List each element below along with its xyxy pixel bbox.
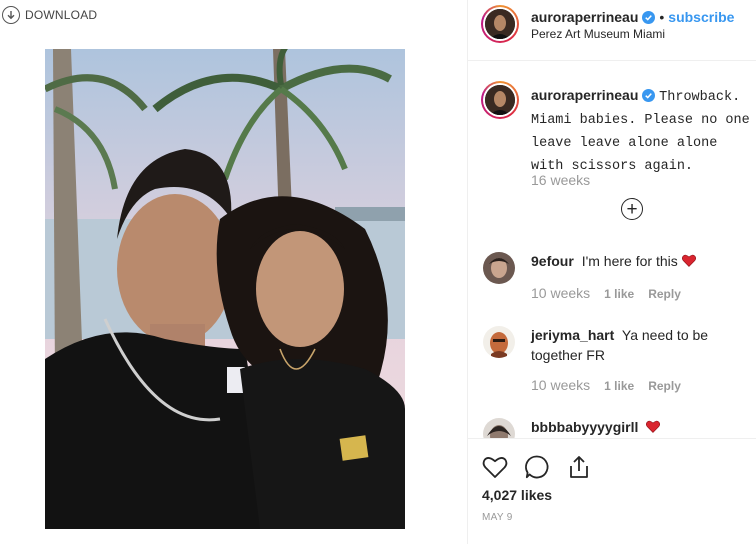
comment-meta: 10 weeks 1 like Reply	[531, 285, 681, 301]
comment-icon[interactable]	[523, 453, 551, 481]
username-link[interactable]: auroraperrineau	[531, 9, 638, 25]
comment-time: 10 weeks	[531, 285, 591, 301]
comment-username[interactable]: jeriyma_hart	[531, 327, 614, 343]
comment-likes-button[interactable]: 1 like	[604, 287, 634, 301]
commenter-avatar[interactable]	[483, 252, 515, 284]
comment-username[interactable]: bbbbabyyyygirll	[531, 419, 638, 435]
post-photo[interactable]	[45, 49, 405, 529]
action-row	[481, 453, 593, 481]
download-button[interactable]: DOWNLOAD	[2, 6, 97, 24]
download-label: DOWNLOAD	[25, 8, 98, 22]
comment-likes-button[interactable]: 1 like	[604, 379, 634, 393]
action-bar: 4,027 likes MAY 9	[468, 438, 756, 544]
comment-meta: 10 weeks 1 like Reply	[531, 377, 681, 393]
subscribe-button[interactable]: subscribe	[668, 9, 734, 25]
caption-avatar[interactable]	[481, 81, 519, 119]
verified-badge-icon	[642, 10, 656, 24]
avatar[interactable]	[481, 5, 519, 43]
caption-time: 16 weeks	[531, 172, 591, 188]
caption-username[interactable]: auroraperrineau	[531, 87, 638, 103]
post-date[interactable]: MAY 9	[482, 512, 513, 523]
caption-text: auroraperrineau Throwback. Miami babies.…	[531, 85, 756, 177]
separator: •	[659, 9, 665, 25]
plus-circle-icon[interactable]: +	[621, 198, 643, 220]
red-heart-icon	[646, 420, 661, 433]
location-link[interactable]: Perez Art Museum Miami	[531, 27, 665, 41]
commenter-avatar[interactable]	[483, 326, 515, 358]
post-panel: auroraperrineau • subscribe Perez Art Mu…	[467, 0, 756, 544]
comment-text: jeriyma_hart Ya need to be together FR	[531, 325, 756, 365]
comment-time: 10 weeks	[531, 377, 591, 393]
heart-outline-icon[interactable]	[481, 453, 509, 481]
verified-badge-icon	[642, 89, 656, 102]
comment-body: I'm here for this	[581, 253, 678, 269]
post-header: auroraperrineau • subscribe Perez Art Mu…	[468, 0, 756, 61]
reply-button[interactable]: Reply	[648, 287, 681, 301]
download-icon	[2, 6, 20, 24]
likes-count[interactable]: 4,027 likes	[482, 487, 552, 503]
header-user: auroraperrineau • subscribe	[531, 9, 734, 25]
comment-text: bbbbabyyyygirll	[531, 417, 756, 437]
share-icon[interactable]	[565, 453, 593, 481]
reply-button[interactable]: Reply	[648, 379, 681, 393]
red-heart-icon	[681, 254, 696, 267]
comment-username[interactable]: 9efour	[531, 253, 574, 269]
comment-text: 9efour I'm here for this	[531, 251, 756, 271]
